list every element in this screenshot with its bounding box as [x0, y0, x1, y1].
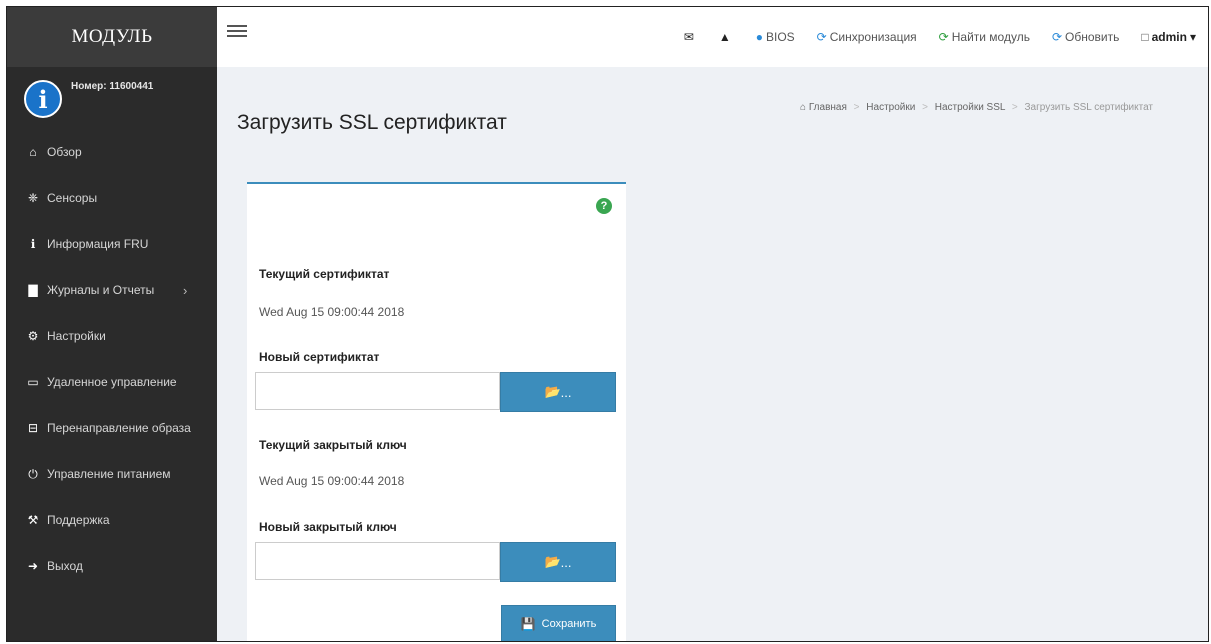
sidebar-menu: ⌂ Обзор ❈ Сенсоры ℹ Информация FRU ▇ Жур… — [7, 129, 217, 589]
floppy-disk-icon: 💾 — [520, 616, 536, 631]
folder-icon: 📂 — [544, 384, 561, 399]
info-circle-icon: ● — [755, 30, 763, 44]
new-key-file-group: 📂 ... — [255, 542, 616, 582]
sidebar-item-sensors[interactable]: ❈ Сенсоры — [7, 175, 217, 221]
app-window: МОДУЛЬ i Номер: 11600441 ⌂ Обзор ❈ Сенсо… — [6, 6, 1209, 642]
sidebar-item-overview[interactable]: ⌂ Обзор — [7, 129, 217, 175]
sidebar-item-logs-reports[interactable]: ▇ Журналы и Отчеты › — [7, 267, 217, 313]
refresh-icon: ⟳ — [1051, 30, 1063, 44]
refresh-icon: ⟳ — [938, 30, 949, 44]
browse-ellipsis: ... — [560, 554, 572, 570]
serial-number: Номер: 11600441 — [71, 81, 154, 92]
sidebar-item-power-control[interactable]: ⏻ Управление питанием — [7, 451, 217, 497]
breadcrumb-separator: > — [922, 102, 928, 113]
monitor-icon: ▭ — [27, 375, 39, 389]
chevron-down-icon: ▾ — [1189, 30, 1196, 44]
current-key-value: Wed Aug 15 09:00:44 2018 — [259, 474, 405, 488]
info-circle-icon: ℹ — [30, 237, 36, 251]
sensors-icon: ❈ — [27, 191, 39, 205]
user-panel: i Номер: 11600441 — [7, 67, 217, 129]
sidebar-item-support[interactable]: ⚒ Поддержка — [7, 497, 217, 543]
sidebar-item-label: Сенсоры — [47, 191, 98, 205]
find-module-label: Найти модуль — [951, 30, 1030, 44]
ssl-upload-panel: ? Текущий сертификтат Wed Aug 15 09:00:4… — [247, 182, 626, 641]
current-cert-value: Wed Aug 15 09:00:44 2018 — [259, 305, 405, 319]
sidebar-item-label: Перенаправление образа — [47, 421, 191, 435]
breadcrumb-settings[interactable]: Настройки — [866, 102, 915, 113]
sidebar-item-settings[interactable]: ⚙ Настройки — [7, 313, 217, 359]
breadcrumb-home[interactable]: Главная — [809, 102, 847, 113]
breadcrumb: ⌂ Главная > Настройки > Настройки SSL > … — [800, 102, 1153, 113]
sidebar-item-fru-info[interactable]: ℹ Информация FRU — [7, 221, 217, 267]
messages-button[interactable]: ✉ — [684, 30, 697, 44]
top-navbar: ✉ ▲ ● BIOS ⟳ Синхронизация ⟳ Найти модул… — [217, 7, 1208, 67]
refresh-link[interactable]: ⟳ Обновить — [1052, 30, 1119, 44]
bios-link[interactable]: ● BIOS — [756, 30, 795, 44]
sidebar-item-label: Удаленное управление — [47, 375, 177, 389]
sidebar-item-label: Настройки — [47, 329, 106, 343]
bar-chart-icon: ▇ — [28, 283, 38, 297]
new-key-input[interactable] — [255, 542, 500, 580]
save-label: Сохранить — [541, 617, 597, 630]
home-icon: ⌂ — [800, 102, 807, 113]
new-key-label: Новый закрытый ключ — [259, 520, 397, 534]
folder-icon: 📂 — [544, 554, 561, 569]
sidebar: МОДУЛЬ i Номер: 11600441 ⌂ Обзор ❈ Сенсо… — [7, 7, 217, 641]
page-title: Загрузить SSL сертификтат — [237, 111, 507, 134]
sync-label: Синхронизация — [829, 30, 917, 44]
hamburger-menu-icon[interactable] — [227, 22, 247, 42]
top-nav-items: ✉ ▲ ● BIOS ⟳ Синхронизация ⟳ Найти модул… — [662, 7, 1196, 67]
new-cert-label: Новый сертификтат — [259, 350, 380, 364]
sidebar-item-image-redirection[interactable]: ⊟ Перенаправление образа — [7, 405, 217, 451]
help-icon[interactable]: ? — [596, 198, 612, 214]
username: admin — [1151, 30, 1187, 44]
sidebar-item-label: Поддержка — [47, 513, 110, 527]
refresh-label: Обновить — [1065, 30, 1120, 44]
disk-drive-icon: ⊟ — [27, 421, 39, 435]
breadcrumb-ssl-settings[interactable]: Настройки SSL — [935, 102, 1005, 113]
wrench-icon: ⚒ — [27, 513, 39, 527]
new-cert-file-group: 📂 ... — [255, 372, 616, 412]
envelope-icon: ✉ — [683, 30, 694, 44]
user-menu[interactable]: □ admin ▾ — [1141, 30, 1196, 44]
chevron-right-icon: › — [183, 282, 188, 298]
info-icon: i — [24, 80, 62, 118]
sync-icon: ⟳ — [816, 30, 827, 44]
power-icon: ⏻ — [28, 466, 38, 481]
current-key-label: Текущий закрытый ключ — [259, 438, 407, 452]
breadcrumb-current: Загрузить SSL сертификтат — [1024, 102, 1154, 113]
breadcrumb-separator: > — [853, 102, 860, 113]
sidebar-item-label: Выход — [47, 559, 83, 573]
brand-logo[interactable]: МОДУЛЬ — [7, 7, 217, 67]
new-key-browse-button[interactable]: 📂 ... — [500, 542, 616, 582]
new-cert-input[interactable] — [255, 372, 500, 410]
main-content: Загрузить SSL сертификтат ⌂ Главная > На… — [217, 67, 1208, 641]
sidebar-item-label: Управление питанием — [47, 467, 171, 481]
new-cert-browse-button[interactable]: 📂 ... — [500, 372, 616, 412]
gear-icon: ⚙ — [27, 329, 39, 343]
sidebar-item-logout[interactable]: ➜ Выход — [7, 543, 217, 589]
user-document-icon: □ — [1141, 30, 1149, 44]
save-button[interactable]: 💾 Сохранить — [501, 605, 616, 641]
browse-ellipsis: ... — [560, 384, 572, 400]
sync-link[interactable]: ⟳ Синхронизация — [817, 30, 917, 44]
sidebar-item-label: Журналы и Отчеты — [47, 283, 155, 297]
breadcrumb-separator: > — [1011, 102, 1018, 113]
warning-icon: ▲ — [718, 30, 731, 44]
alerts-button[interactable]: ▲ — [719, 30, 734, 44]
current-cert-label: Текущий сертификтат — [259, 267, 390, 281]
sidebar-item-label: Обзор — [47, 145, 82, 159]
sidebar-item-remote-control[interactable]: ▭ Удаленное управление — [7, 359, 217, 405]
sign-out-icon: ➜ — [27, 559, 39, 573]
home-icon: ⌂ — [29, 145, 37, 159]
sidebar-item-label: Информация FRU — [47, 237, 149, 251]
bios-label: BIOS — [765, 30, 795, 44]
find-module-link[interactable]: ⟳ Найти модуль — [939, 30, 1030, 44]
